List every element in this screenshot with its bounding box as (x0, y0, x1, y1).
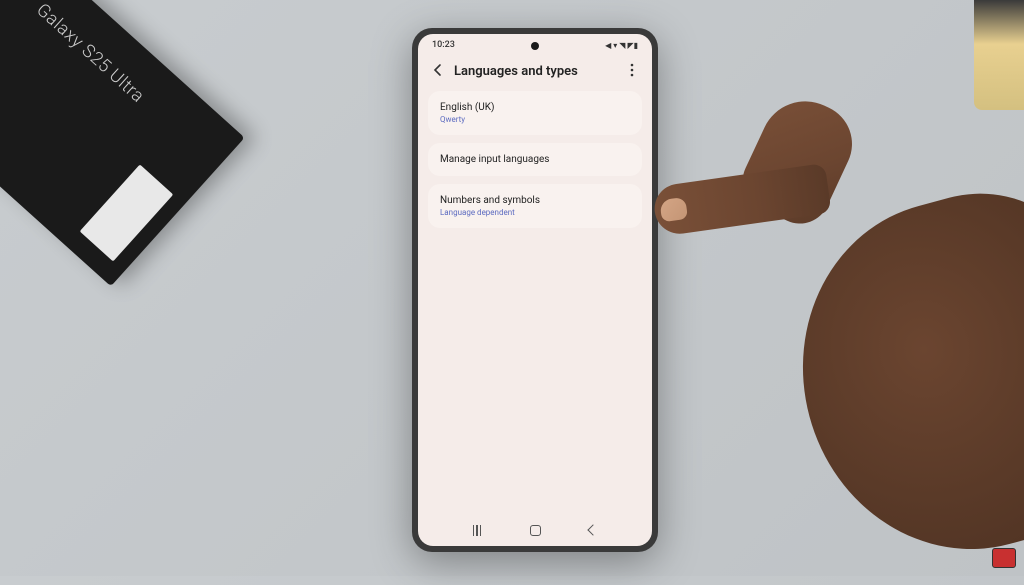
card-title: English (UK) (440, 102, 630, 113)
human-hand (644, 60, 1024, 540)
background-object (974, 0, 1024, 110)
page-header: Languages and types (418, 52, 652, 89)
barcode (80, 164, 174, 261)
navigation-bar (418, 512, 652, 546)
thumb (733, 87, 865, 234)
product-box: Galaxy S25 Ultra (0, 0, 245, 286)
nav-back-button[interactable] (578, 522, 608, 538)
page-title: Languages and types (454, 64, 614, 79)
home-icon (530, 525, 541, 536)
card-subtitle: Language dependent (440, 208, 630, 217)
nav-recents-button[interactable] (462, 522, 492, 538)
index-finger (651, 163, 831, 237)
chevron-left-icon (432, 63, 442, 77)
product-box-label: Galaxy S25 Ultra (32, 0, 148, 107)
status-icons: ◀ ▾ ◥ ◤▮ (605, 41, 638, 50)
language-item-english-uk[interactable]: English (UK) Qwerty (428, 91, 642, 135)
card-subtitle: Qwerty (440, 115, 630, 124)
recents-icon (473, 525, 482, 536)
phone-screen: 10:23 ◀ ▾ ◥ ◤▮ Languages and types (418, 34, 652, 546)
nav-home-button[interactable] (520, 522, 550, 538)
camera-cutout (531, 42, 539, 50)
palm (764, 165, 1024, 585)
manage-input-languages-item[interactable]: Manage input languages (428, 143, 642, 176)
card-title: Manage input languages (440, 154, 630, 165)
phone-device: 10:23 ◀ ▾ ◥ ◤▮ Languages and types (412, 28, 658, 552)
card-title: Numbers and symbols (440, 195, 630, 206)
status-time: 10:23 (432, 40, 455, 50)
fingernail (659, 197, 688, 222)
settings-list: English (UK) Qwerty Manage input languag… (418, 89, 652, 238)
numbers-and-symbols-item[interactable]: Numbers and symbols Language dependent (428, 184, 642, 228)
watermark-icon (992, 548, 1016, 568)
back-button[interactable] (432, 62, 442, 81)
back-icon (587, 524, 598, 535)
more-options-button[interactable] (626, 63, 638, 81)
more-vertical-icon (630, 63, 634, 77)
